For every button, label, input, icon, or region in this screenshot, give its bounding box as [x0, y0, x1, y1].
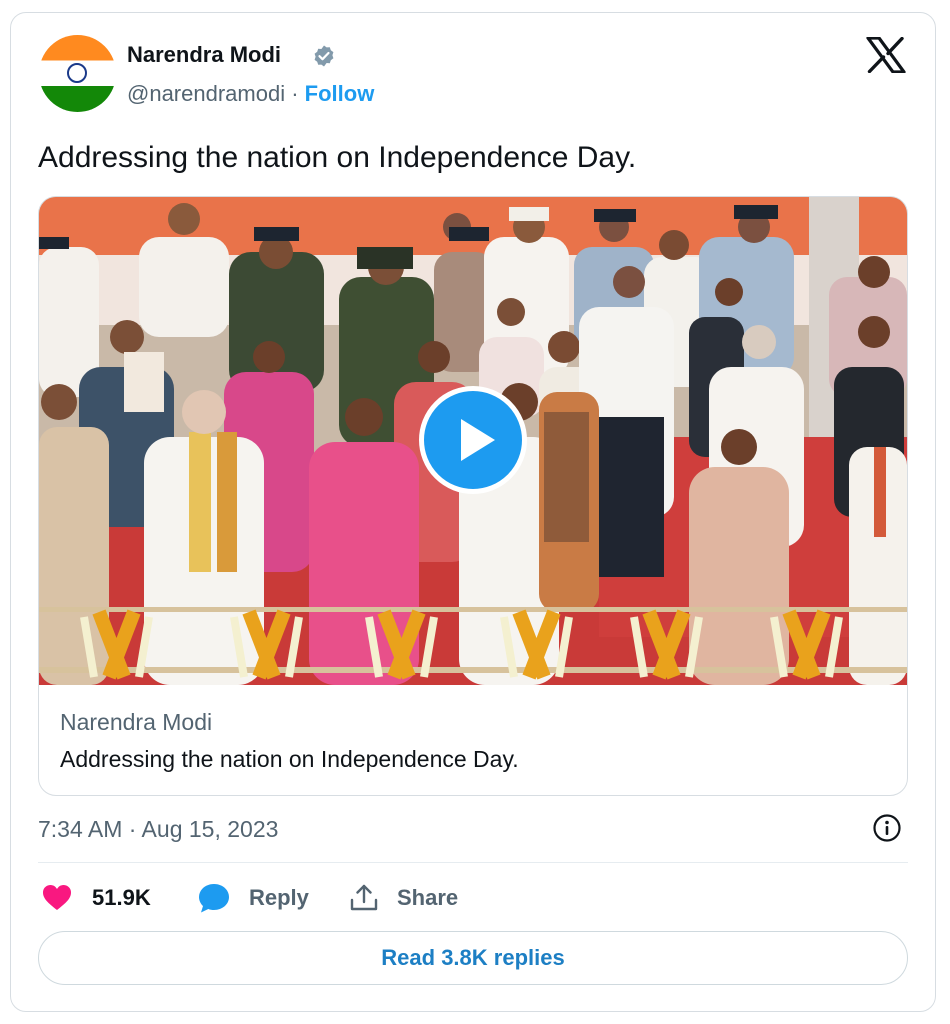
- media-card-description: Addressing the nation on Independence Da…: [60, 746, 519, 772]
- verified-badge-icon: [314, 45, 334, 67]
- media-card-title: Narendra Modi: [60, 709, 213, 735]
- video-thumbnail[interactable]: [39, 197, 907, 685]
- tweet-timestamp[interactable]: 7:34 AM · Aug 15, 2023: [38, 816, 278, 843]
- like-count: 51.9K: [92, 885, 151, 910]
- follow-button[interactable]: Follow: [305, 81, 375, 106]
- share-button[interactable]: Share: [349, 880, 458, 916]
- play-button[interactable]: [419, 386, 527, 494]
- share-label: Share: [397, 885, 459, 910]
- avatar[interactable]: [39, 35, 116, 112]
- tweet-text: Addressing the nation on Independence Da…: [38, 141, 637, 174]
- author-name[interactable]: Narendra Modi: [127, 42, 281, 68]
- like-button[interactable]: 51.9K: [42, 880, 151, 916]
- x-logo-icon[interactable]: [866, 37, 906, 73]
- divider: [38, 862, 908, 863]
- heart-icon: [43, 885, 71, 910]
- reply-bubble-icon: [199, 884, 229, 913]
- media-card[interactable]: Narendra Modi Addressing the nation on I…: [38, 196, 908, 796]
- reply-label: Reply: [249, 885, 309, 910]
- author-handle-row: @narendramodi · Follow: [127, 81, 374, 107]
- chakra-icon: [67, 63, 87, 83]
- info-icon[interactable]: [872, 813, 902, 843]
- reply-button[interactable]: Reply: [197, 880, 309, 916]
- separator: ·: [291, 81, 299, 106]
- share-upload-icon: [350, 884, 378, 911]
- play-icon: [461, 419, 495, 461]
- read-replies-button[interactable]: Read 3.8K replies: [38, 931, 908, 985]
- author-handle[interactable]: @narendramodi: [127, 81, 285, 106]
